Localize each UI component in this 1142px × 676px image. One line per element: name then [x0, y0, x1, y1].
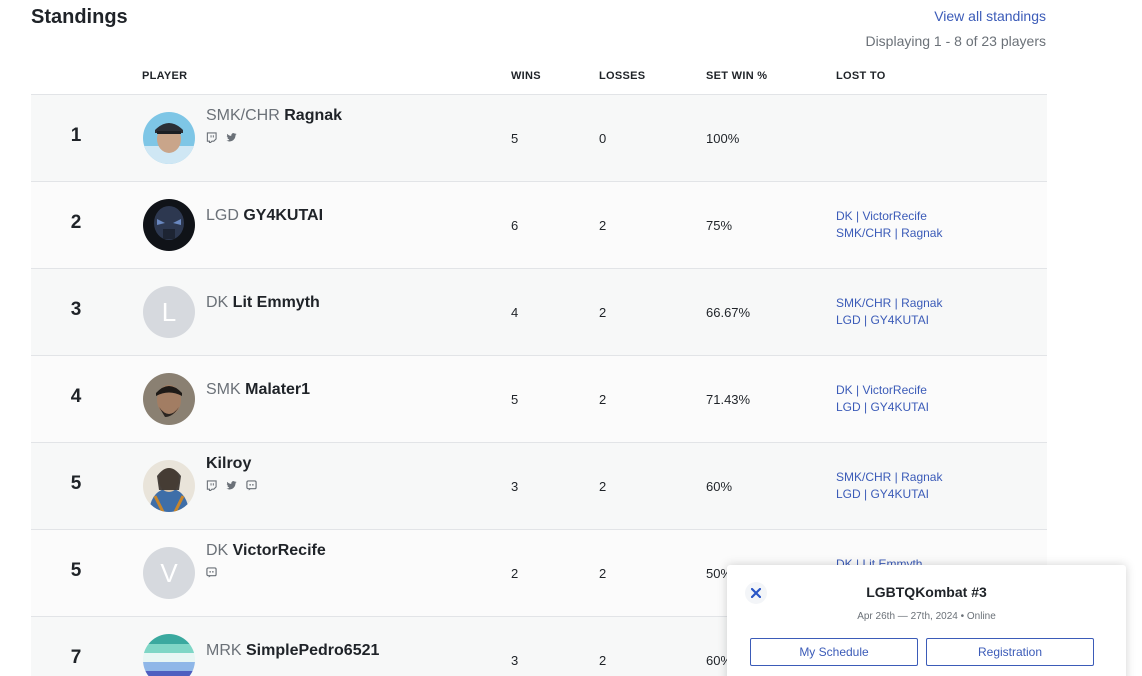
- player-name[interactable]: SMK/CHR Ragnak: [206, 107, 342, 125]
- player-avatar[interactable]: [143, 460, 195, 512]
- player-name[interactable]: DK VictorRecife: [206, 542, 326, 560]
- player-rank: 7: [70, 647, 82, 668]
- player-wins: 5: [511, 131, 519, 146]
- event-title: LGBTQKombat #3: [866, 584, 987, 600]
- player-gamertag: Lit Emmyth: [232, 294, 320, 311]
- player-socials: [206, 130, 237, 148]
- player-rank: 5: [70, 560, 82, 581]
- table-row: 3 L DK Lit Emmyth 4 2 66.67% SMK/CHR | Ragnak L…: [31, 269, 1047, 356]
- player-avatar[interactable]: [143, 634, 195, 676]
- table-row: 4 SMK Malater1 5 2 71.43% DK | VictorRecife LG…: [31, 356, 1047, 443]
- player-set-win: 66.67%: [706, 305, 751, 320]
- twitch-icon[interactable]: [206, 130, 217, 148]
- page-title: Standings: [31, 6, 128, 28]
- player-rank: 2: [70, 212, 82, 233]
- lost-to-link[interactable]: DK | VictorRecife: [836, 382, 929, 399]
- player-name[interactable]: SMK Malater1: [206, 381, 310, 399]
- player-prefix: MRK: [206, 642, 246, 659]
- column-wins: WINS: [511, 70, 541, 82]
- player-losses: 2: [599, 305, 607, 320]
- player-name[interactable]: LGD GY4KUTAI: [206, 207, 323, 225]
- player-prefix: SMK: [206, 381, 246, 398]
- player-prefix: DK: [206, 294, 233, 311]
- column-set-win: SET WIN %: [706, 70, 768, 82]
- lost-to-link[interactable]: LGD | GY4KUTAI: [836, 399, 929, 416]
- player-set-win: 71.43%: [706, 392, 751, 407]
- player-set-win: 60%: [706, 479, 733, 494]
- lost-to-link[interactable]: DK | VictorRecife: [836, 208, 942, 225]
- twitter-icon[interactable]: [226, 130, 237, 148]
- player-gamertag: SimplePedro6521: [246, 642, 380, 659]
- column-lost-to: LOST TO: [836, 70, 886, 82]
- player-rank: 4: [70, 386, 82, 407]
- event-dates: Apr 26th — 27th, 2024 • Online: [857, 611, 996, 622]
- column-player: PLAYER: [142, 70, 188, 82]
- my-schedule-button[interactable]: My Schedule: [750, 638, 918, 666]
- player-gamertag: GY4KUTAI: [243, 207, 324, 224]
- player-losses: 2: [599, 566, 607, 581]
- table-row: 1 SMK/CHR Ragnak 5 0 100%: [31, 95, 1047, 182]
- lost-to-list: DK | VictorRecife LGD | GY4KUTAI: [836, 382, 929, 416]
- registration-button[interactable]: Registration: [926, 638, 1094, 666]
- player-name[interactable]: Kilroy: [206, 455, 251, 473]
- player-set-win: 100%: [706, 131, 740, 146]
- player-name[interactable]: MRK SimplePedro6521: [206, 642, 379, 660]
- player-gamertag: Ragnak: [284, 107, 343, 124]
- column-losses: LOSSES: [599, 70, 646, 82]
- lost-to-link[interactable]: LGD | GY4KUTAI: [836, 486, 942, 503]
- player-avatar[interactable]: V: [143, 547, 195, 599]
- player-losses: 2: [599, 653, 607, 668]
- player-rank: 5: [70, 473, 82, 494]
- discord-icon[interactable]: [206, 565, 217, 583]
- lost-to-list: SMK/CHR | Ragnak LGD | GY4KUTAI: [836, 469, 942, 503]
- player-gamertag: VictorRecife: [232, 542, 326, 559]
- player-wins: 3: [511, 653, 519, 668]
- player-wins: 3: [511, 479, 519, 494]
- player-losses: 2: [599, 392, 607, 407]
- lost-to-link[interactable]: SMK/CHR | Ragnak: [836, 295, 942, 312]
- player-wins: 4: [511, 305, 519, 320]
- twitch-icon[interactable]: [206, 478, 217, 496]
- player-wins: 6: [511, 218, 519, 233]
- lost-to-link[interactable]: SMK/CHR | Ragnak: [836, 225, 942, 242]
- player-name[interactable]: DK Lit Emmyth: [206, 294, 320, 312]
- player-wins: 5: [511, 392, 519, 407]
- player-gamertag: Kilroy: [206, 455, 252, 472]
- player-rank: 3: [70, 299, 82, 320]
- event-card: LGBTQKombat #3 Apr 26th — 27th, 2024 • O…: [727, 565, 1126, 676]
- lost-to-link[interactable]: LGD | GY4KUTAI: [836, 312, 942, 329]
- player-losses: 2: [599, 218, 607, 233]
- standings-page: Standings View all standings Displaying …: [0, 0, 1142, 676]
- view-all-standings-link[interactable]: View all standings: [934, 8, 1046, 24]
- player-socials: [206, 478, 257, 496]
- player-prefix: DK: [206, 542, 233, 559]
- player-gamertag: Malater1: [245, 381, 311, 398]
- player-avatar[interactable]: [143, 199, 195, 251]
- player-wins: 2: [511, 566, 519, 581]
- pagination-summary: Displaying 1 - 8 of 23 players: [865, 33, 1046, 49]
- player-set-win: 75%: [706, 218, 733, 233]
- lost-to-link[interactable]: SMK/CHR | Ragnak: [836, 469, 942, 486]
- player-avatar[interactable]: L: [143, 286, 195, 338]
- table-header: PLAYER WINS LOSSES SET WIN % LOST TO: [31, 58, 1047, 95]
- discord-icon[interactable]: [246, 478, 257, 496]
- player-avatar[interactable]: [143, 112, 195, 164]
- table-row: 5 Kilroy 3 2 60% SMK/CHR | Ragnak LGD | GY4KUT…: [31, 443, 1047, 530]
- player-rank: 1: [70, 125, 82, 146]
- table-row: 2 LGD GY4KUTAI 6 2 75% DK | VictorRecife SMK/C…: [31, 182, 1047, 269]
- player-losses: 2: [599, 479, 607, 494]
- player-prefix: SMK/CHR: [206, 107, 285, 124]
- player-losses: 0: [599, 131, 607, 146]
- lost-to-list: SMK/CHR | Ragnak LGD | GY4KUTAI: [836, 295, 942, 329]
- player-prefix: LGD: [206, 207, 244, 224]
- player-avatar[interactable]: [143, 373, 195, 425]
- player-socials: [206, 565, 217, 583]
- lost-to-list: DK | VictorRecife SMK/CHR | Ragnak: [836, 208, 942, 242]
- twitter-icon[interactable]: [226, 478, 237, 496]
